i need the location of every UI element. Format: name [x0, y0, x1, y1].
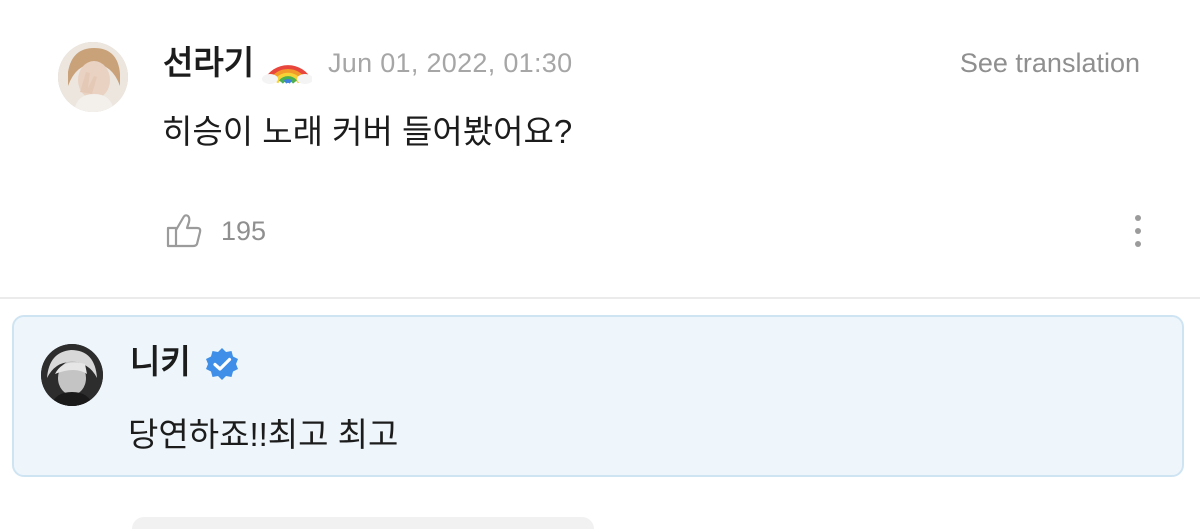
comment-body: 히승이 노래 커버 들어봤어요?: [162, 113, 573, 150]
like-count: 195: [221, 216, 267, 246]
section-divider: [0, 297, 1200, 299]
reply-body: 당연하죠!!최고 최고: [128, 416, 399, 453]
see-translation-link[interactable]: See translation: [960, 46, 1140, 80]
artist-reply-card: 니키 당연하죠!!최고 최고: [12, 315, 1184, 477]
reply-input-placeholder[interactable]: [132, 517, 594, 529]
reply-username[interactable]: 니키: [130, 339, 191, 385]
comment-card: 선라기 Jun 01, 2022, 01:30 See translation …: [0, 0, 1200, 298]
comment-thread: 선라기 Jun 01, 2022, 01:30 See translation …: [0, 0, 1200, 529]
verified-badge-icon: [204, 346, 240, 382]
rainbow-emoji-icon: [262, 42, 313, 84]
vertical-ellipsis-icon[interactable]: [1128, 212, 1148, 252]
comment-timestamp: Jun 01, 2022, 01:30: [328, 48, 573, 78]
commenter-avatar[interactable]: [58, 42, 128, 112]
reply-avatar[interactable]: [41, 344, 103, 406]
thumbs-up-icon[interactable]: [164, 212, 204, 250]
commenter-username[interactable]: 선라기: [163, 40, 254, 86]
